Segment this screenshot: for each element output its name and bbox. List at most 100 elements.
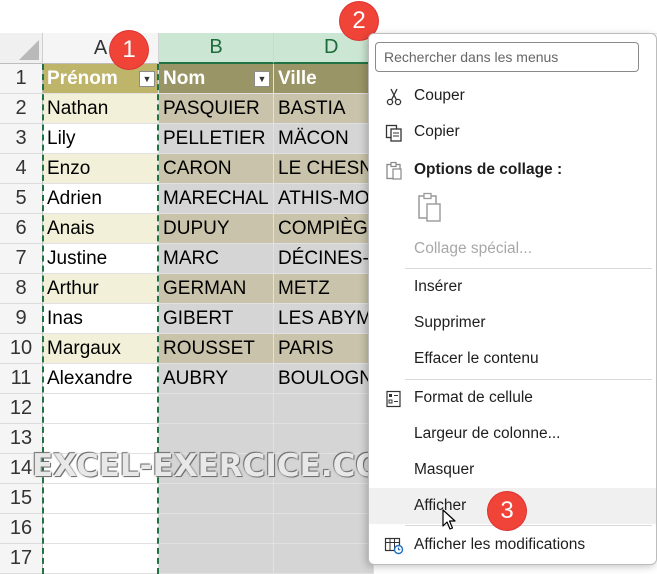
empty-cell[interactable] (274, 394, 374, 424)
table-cell[interactable]: Margaux (43, 334, 159, 364)
row-header[interactable]: 8 (0, 274, 43, 304)
empty-cell[interactable] (159, 544, 274, 574)
empty-cell[interactable] (159, 394, 274, 424)
table-cell[interactable]: AUBRY (159, 364, 274, 394)
empty-cell[interactable] (159, 514, 274, 544)
copy-marquee-right (157, 64, 159, 574)
table-cell[interactable]: PELLETIER (159, 124, 274, 154)
empty-cell[interactable] (274, 484, 374, 514)
menu-item-label: Insérer (414, 278, 463, 295)
empty-cell[interactable] (43, 394, 159, 424)
table-cell[interactable]: LES ABYMES (274, 304, 374, 334)
format-cells-icon (383, 388, 405, 410)
empty-cell[interactable] (274, 514, 374, 544)
table-header-cell[interactable]: Prénom ▼ (43, 64, 159, 94)
table-cell[interactable]: MARC (159, 244, 274, 274)
header-label: Ville (278, 67, 317, 89)
row-header[interactable]: 2 (0, 94, 43, 124)
menu-item-label: Collage spécial... (414, 240, 533, 257)
menu-item-label: Afficher les modifications (414, 536, 586, 553)
watermark: EXCEL-EXERCICE.COM (32, 448, 413, 484)
menu-item-paste-special[interactable]: Collage spécial... (369, 231, 656, 267)
table-cell[interactable]: Justine (43, 244, 159, 274)
row-header[interactable]: 11 (0, 364, 43, 394)
row-header[interactable]: 7 (0, 244, 43, 274)
table-cell[interactable]: ROUSSET (159, 334, 274, 364)
menu-item-column-width[interactable]: Largeur de colonne... (369, 416, 656, 452)
table-cell[interactable]: Anais (43, 214, 159, 244)
menu-section-paste-options: Options de collage : (369, 152, 656, 188)
table-cell[interactable]: MARECHAL (159, 184, 274, 214)
select-all-corner[interactable] (0, 33, 43, 64)
filter-dropdown-icon[interactable]: ▼ (254, 71, 270, 87)
table-cell[interactable]: DÉCINES-CHARPIEU (274, 244, 374, 274)
table-cell[interactable]: METZ (274, 274, 374, 304)
menu-item-format-cells[interactable]: Format de cellule (369, 380, 656, 416)
menu-item-label: Copier (414, 123, 460, 140)
table-header-cell[interactable]: Ville (274, 64, 374, 94)
table-cell[interactable]: GERMAN (159, 274, 274, 304)
menu-item-copy[interactable]: Copier (369, 114, 656, 150)
empty-cell[interactable] (43, 544, 159, 574)
table-cell[interactable]: GIBERT (159, 304, 274, 334)
table-cell[interactable]: MÄCON (274, 124, 374, 154)
empty-cell[interactable] (43, 514, 159, 544)
table-cell[interactable]: Nathan (43, 94, 159, 124)
mouse-cursor-icon (442, 509, 458, 536)
menu-item-label: Afficher (414, 497, 467, 514)
filter-dropdown-icon[interactable]: ▼ (139, 71, 155, 87)
column-header-b[interactable]: B (159, 33, 274, 64)
clipboard-icon (383, 160, 405, 182)
table-cell[interactable]: ATHIS-MONS (274, 184, 374, 214)
table-cell[interactable]: Alexandre (43, 364, 159, 394)
table-cell[interactable]: COMPIÈGNE (274, 214, 374, 244)
menu-search-input[interactable] (375, 42, 639, 72)
menu-item-show-changes[interactable]: Afficher les modifications (369, 527, 656, 563)
table-cell[interactable]: BASTIA (274, 94, 374, 124)
empty-cell[interactable] (274, 544, 374, 574)
table-cell[interactable]: PASQUIER (159, 94, 274, 124)
menu-item-label: Supprimer (414, 314, 486, 331)
empty-cell[interactable] (43, 484, 159, 514)
row-header[interactable]: 4 (0, 154, 43, 184)
table-cell[interactable]: Lily (43, 124, 159, 154)
row-header[interactable]: 1 (0, 64, 43, 94)
toolbar-strip (0, 0, 657, 34)
copy-marquee-left (42, 64, 44, 574)
table-cell[interactable]: Enzo (43, 154, 159, 184)
menu-item-insert[interactable]: Insérer (369, 269, 656, 305)
row-header[interactable]: 9 (0, 304, 43, 334)
row-header[interactable]: 3 (0, 124, 43, 154)
row-header[interactable]: 10 (0, 334, 43, 364)
row-header[interactable]: 17 (0, 544, 43, 574)
menu-item-label: Effacer le contenu (414, 350, 539, 367)
table-header-cell[interactable]: Nom ▼ (159, 64, 274, 94)
empty-cell[interactable] (159, 484, 274, 514)
copy-icon (383, 122, 405, 144)
table-cell[interactable]: DUPUY (159, 214, 274, 244)
table-cell[interactable]: PARIS (274, 334, 374, 364)
step-badge-1: 1 (110, 31, 148, 69)
table-cell[interactable]: Inas (43, 304, 159, 334)
table-cell[interactable]: Arthur (43, 274, 159, 304)
step-badge-3: 3 (488, 492, 526, 530)
context-menu: Couper Copier Options de collage : Colla… (368, 33, 657, 565)
row-header[interactable]: 6 (0, 214, 43, 244)
table-cell[interactable]: Adrien (43, 184, 159, 214)
table-cell[interactable]: BOULOGNE (274, 364, 374, 394)
menu-item-delete[interactable]: Supprimer (369, 305, 656, 341)
row-header[interactable]: 5 (0, 184, 43, 214)
menu-item-label: Largeur de colonne... (414, 425, 561, 442)
row-header[interactable]: 12 (0, 394, 43, 424)
paste-clipboard-button[interactable] (413, 190, 447, 226)
table-cell[interactable]: CARON (159, 154, 274, 184)
menu-item-clear-contents[interactable]: Effacer le contenu (369, 341, 656, 377)
menu-item-hide[interactable]: Masquer (369, 452, 656, 488)
row-header[interactable]: 16 (0, 514, 43, 544)
scissors-icon (383, 86, 405, 108)
show-changes-icon (383, 535, 405, 557)
menu-item-cut[interactable]: Couper (369, 78, 656, 114)
menu-item-label: Masquer (414, 461, 475, 478)
row-header[interactable]: 15 (0, 484, 43, 514)
table-cell[interactable]: LE CHESNAY (274, 154, 374, 184)
